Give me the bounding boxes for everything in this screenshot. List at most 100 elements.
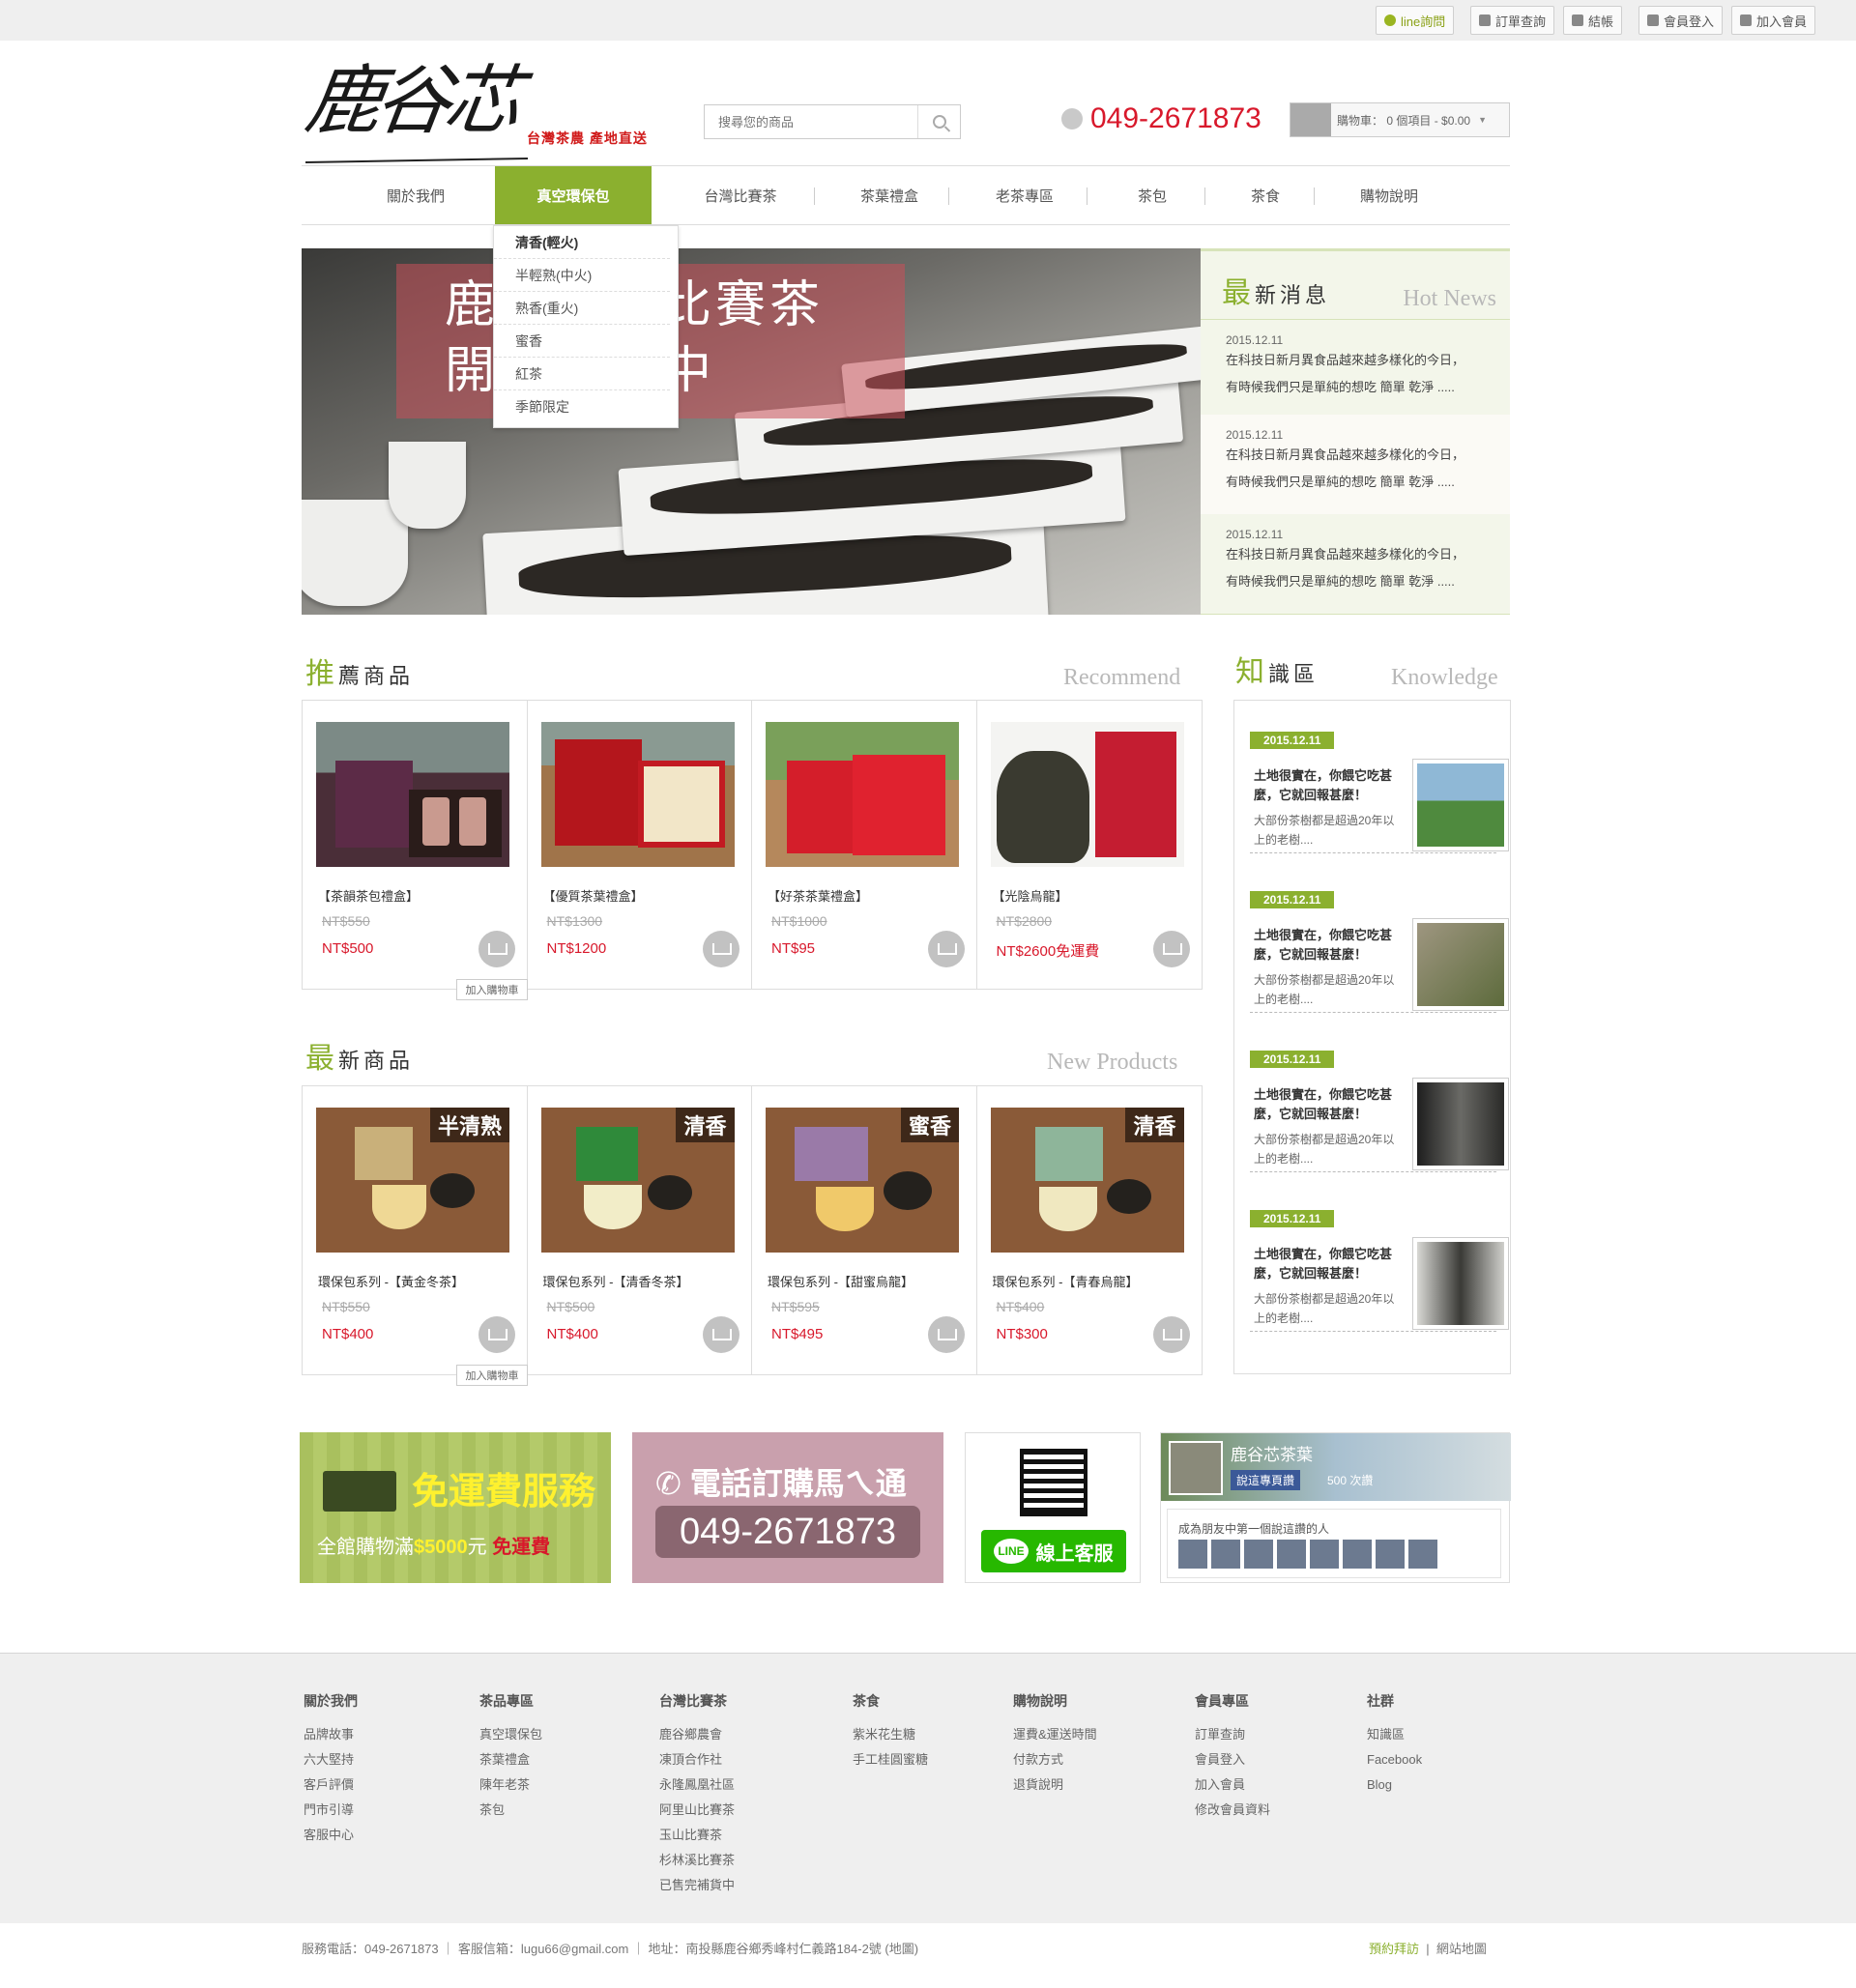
add-to-cart-button[interactable] [478,931,515,967]
product-image[interactable] [990,722,1184,867]
product-image[interactable]: 清香 [990,1108,1184,1253]
footer-link[interactable]: Blog [1367,1772,1422,1798]
member-login-button[interactable]: 會員登入 [1638,6,1724,35]
footer-link[interactable]: 茶葉禮盒 [479,1747,542,1772]
product-card[interactable]: 清香 環保包系列 -【青春烏龍】 NT$400 NT$300 [977,1086,1203,1374]
add-to-cart-button[interactable] [703,931,740,967]
search-input[interactable] [705,105,917,138]
product-name[interactable]: 環保包系列 -【黃金冬茶】 [318,1272,464,1290]
dropdown-item[interactable]: 季節限定 [494,390,670,423]
add-to-cart-button[interactable] [927,1316,965,1353]
line-service-box[interactable]: LINE 線上客服 [965,1432,1141,1583]
footer-link[interactable]: 加入會員 [1195,1772,1270,1798]
nav-about[interactable]: 關於我們 [358,166,474,224]
nav-gift-box[interactable]: 茶葉禮盒 [822,166,957,224]
site-logo[interactable]: 鹿谷芯 [300,41,524,149]
footer-link[interactable]: 已售完補貨中 [659,1873,735,1898]
cart-summary[interactable]: 購物車： 0 個項目 - $0.00 ▼ [1290,102,1510,137]
checkout-button[interactable]: 結帳 [1563,6,1623,35]
order-query-button[interactable]: 訂單查詢 [1470,6,1555,35]
footer-link[interactable]: 品牌故事 [304,1722,358,1747]
nav-vacuum-pack[interactable]: 真空環保包 [495,166,652,224]
dropdown-item[interactable]: 半輕熟(中火) [494,259,670,292]
footer-link[interactable]: 付款方式 [1013,1747,1097,1772]
product-name[interactable]: 環保包系列 -【清香冬茶】 [543,1272,689,1290]
footer-link[interactable]: 陳年老茶 [479,1772,542,1798]
dropdown-item[interactable]: 熟香(重火) [494,292,670,325]
product-image[interactable] [540,722,735,867]
product-name[interactable]: 環保包系列 -【青春烏龍】 [993,1272,1139,1290]
line-chat-button[interactable]: LINE 線上客服 [981,1530,1126,1572]
nav-aged-tea[interactable]: 老茶專區 [957,166,1092,224]
footer-link[interactable]: 會員登入 [1195,1747,1270,1772]
phone-order-banner[interactable]: ✆ 電話訂購馬ㄟ通 049-2671873 [632,1432,943,1583]
footer-link[interactable]: 紫米花生糖 [853,1722,928,1747]
footer-link[interactable]: 六大堅持 [304,1747,358,1772]
dropdown-item[interactable]: 蜜香 [494,325,670,358]
add-to-cart-button[interactable] [703,1316,740,1353]
footer-link[interactable]: 杉林溪比賽茶 [659,1848,735,1873]
facebook-like-button[interactable]: 說這專頁讚 [1231,1470,1301,1490]
product-name[interactable]: 【優質茶葉禮盒】 [543,886,644,905]
dropdown-item[interactable]: 紅茶 [494,358,670,390]
product-card[interactable]: 半清熟 環保包系列 -【黃金冬茶】 NT$550 NT$400 [303,1086,528,1374]
nav-shopping-guide[interactable]: 購物說明 [1321,166,1457,224]
footer-link[interactable]: 真空環保包 [479,1722,542,1747]
nav-tea-snacks[interactable]: 茶食 [1212,166,1319,224]
product-image[interactable] [766,722,959,867]
footer-link[interactable]: 知識區 [1367,1722,1422,1747]
product-card[interactable]: 蜜香 環保包系列 -【甜蜜烏龍】 NT$595 NT$495 [752,1086,977,1374]
footer-link[interactable]: Facebook [1367,1747,1422,1772]
footer-link[interactable]: 運費&運送時間 [1013,1722,1097,1747]
product-image[interactable]: 半清熟 [316,1108,509,1253]
product-card[interactable]: 【光陰烏龍】 NT$2800 NT$2600免運費 [977,701,1203,989]
footer-link[interactable]: 訂單查詢 [1195,1722,1270,1747]
free-shipping-banner[interactable]: 免運費服務 全館購物滿$5000元 免運費 [300,1432,611,1583]
footer-link[interactable]: 手工桂圓蜜糖 [853,1747,928,1772]
search-button[interactable] [917,105,960,138]
product-image[interactable]: 蜜香 [766,1108,959,1253]
product-name[interactable]: 環保包系列 -【甜蜜烏龍】 [768,1272,914,1290]
news-item[interactable]: 2015.12.11 在科技日新月異食品越來越多樣化的今日， 有時候我們只是單純… [1201,320,1510,415]
footer-link[interactable]: 客服中心 [304,1823,358,1848]
knowledge-item[interactable]: 2015.12.11 土地很實在，你餵它吃甚麼，它就回報甚麼！ 大部份茶樹都是超… [1250,860,1509,1013]
sitemap-link[interactable]: 網站地圖 [1436,1942,1487,1956]
product-card[interactable]: 清香 環保包系列 -【清香冬茶】 NT$500 NT$400 [528,1086,752,1374]
footer-link[interactable]: 茶包 [479,1798,542,1823]
footer-link[interactable]: 退貨說明 [1013,1772,1097,1798]
product-card[interactable]: 【茶韻茶包禮盒】 NT$550 NT$500 [303,701,528,989]
knowledge-image[interactable] [1412,918,1509,1011]
footer-link[interactable]: 修改會員資料 [1195,1798,1270,1823]
dropdown-item[interactable]: 清香(輕火) [494,226,670,259]
product-name[interactable]: 【好茶茶葉禮盒】 [768,886,868,905]
line-inquiry-button[interactable]: line詢問 [1376,6,1455,35]
knowledge-image[interactable] [1412,1078,1509,1170]
knowledge-item[interactable]: 2015.12.11 土地很實在，你餵它吃甚麼，它就回報甚麼！ 大部份茶樹都是超… [1250,701,1509,853]
nav-competition-tea[interactable]: 台灣比賽茶 [673,166,808,224]
news-item[interactable]: 2015.12.11 在科技日新月異食品越來越多樣化的今日， 有時候我們只是單純… [1201,514,1510,614]
add-to-cart-button[interactable] [1153,931,1190,967]
product-image[interactable] [316,722,509,867]
knowledge-item[interactable]: 2015.12.11 土地很實在，你餵它吃甚麼，它就回報甚麼！ 大部份茶樹都是超… [1250,1020,1509,1172]
join-member-button[interactable]: 加入會員 [1731,6,1816,35]
nav-tea-bag[interactable]: 茶包 [1094,166,1210,224]
knowledge-item[interactable]: 2015.12.11 土地很實在，你餵它吃甚麼，它就回報甚麼！ 大部份茶樹都是超… [1250,1179,1509,1332]
add-to-cart-button[interactable] [1153,1316,1190,1353]
knowledge-image[interactable] [1412,1237,1509,1330]
news-item[interactable]: 2015.12.11 在科技日新月異食品越來越多樣化的今日， 有時候我們只是單純… [1201,415,1510,514]
footer-link[interactable]: 永隆鳳凰社區 [659,1772,735,1798]
product-card[interactable]: 【優質茶葉禮盒】 NT$1300 NT$1200 [528,701,752,989]
product-card[interactable]: 【好茶茶葉禮盒】 NT$1000 NT$95 [752,701,977,989]
footer-link[interactable]: 門市引導 [304,1798,358,1823]
product-name[interactable]: 【茶韻茶包禮盒】 [318,886,419,905]
footer-link[interactable]: 鹿谷鄉農會 [659,1722,735,1747]
footer-link[interactable]: 客戶評價 [304,1772,358,1798]
product-image[interactable]: 清香 [540,1108,735,1253]
knowledge-image[interactable] [1412,759,1509,851]
footer-link[interactable]: 凍頂合作社 [659,1747,735,1772]
footer-link[interactable]: 阿里山比賽茶 [659,1798,735,1823]
add-to-cart-button[interactable] [927,931,965,967]
product-name[interactable]: 【光陰烏龍】 [993,886,1068,905]
add-to-cart-button[interactable] [478,1316,515,1353]
visit-booking-link[interactable]: 預約拜訪 [1369,1942,1419,1956]
